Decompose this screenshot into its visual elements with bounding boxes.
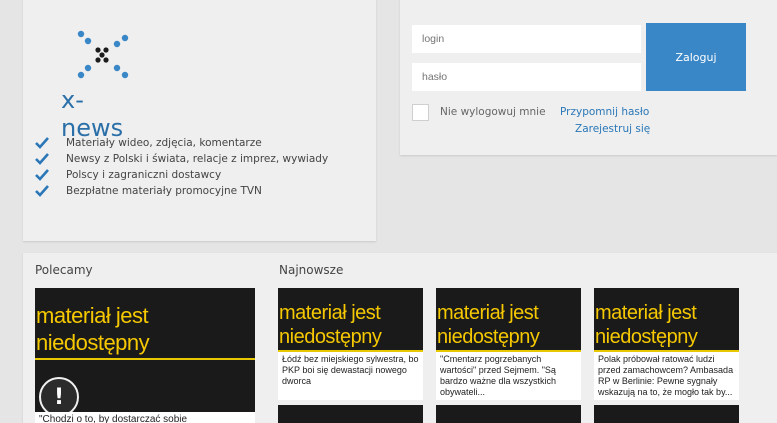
thumbnail-stripe (35, 358, 255, 360)
news-video-card[interactable]: materiał jest niedostępny "Cmentarz pogr… (436, 288, 581, 400)
video-caption[interactable]: "Cmentarz pogrzebanych wartości" przed S… (440, 354, 578, 398)
checkmark-icon (35, 185, 49, 197)
unavailable-notice: materiał jest niedostępny (279, 302, 382, 348)
password-input[interactable] (412, 63, 641, 91)
video-caption[interactable]: Polak próbował ratować ludzi przed zamac… (598, 354, 736, 398)
video-caption[interactable]: "Chodzi o to, by dostarczać sobie (39, 414, 252, 423)
feature-text: Bezpłatne materiały promocyjne TVN (66, 185, 262, 197)
intro-panel: x-news Materiały wideo, zdjęcia, komenta… (23, 0, 376, 241)
thumbnail-stripe (594, 350, 739, 352)
register-link[interactable]: Zarejestruj się (575, 123, 650, 135)
video-caption[interactable]: Łódź bez miejskiego sylwestra, bo PKP bo… (282, 354, 420, 387)
video-thumbnail[interactable]: materiał jest niedostępny ! (35, 288, 255, 412)
recommended-section-title: Polecamy (35, 263, 93, 277)
unavailable-notice: materiał jest niedostępny (36, 303, 150, 355)
feature-list: Materiały wideo, zdjęcia, komentarze New… (35, 136, 355, 200)
thumbnail-stripe (436, 350, 581, 352)
video-thumbnail[interactable]: materiał jest niedostępny (594, 288, 739, 352)
checkmark-icon (35, 137, 49, 149)
unavailable-notice: materiał jest niedostępny (437, 302, 540, 348)
news-video-card[interactable] (436, 405, 581, 423)
checkmark-icon (35, 153, 49, 165)
login-panel: Zaloguj Nie wylogowuj mnie Przypomnij ha… (400, 0, 777, 155)
remember-me-checkbox[interactable] (412, 104, 429, 121)
forgot-password-link[interactable]: Przypomnij hasło (560, 106, 649, 118)
news-video-card[interactable]: materiał jest niedostępny Łódź bez miejs… (278, 288, 423, 400)
feature-item: Bezpłatne materiały promocyjne TVN (35, 184, 355, 199)
login-button[interactable]: Zaloguj (646, 23, 746, 91)
video-thumbnail[interactable] (594, 405, 739, 423)
remember-me-label[interactable]: Nie wylogowuj mnie (440, 106, 546, 118)
feature-text: Materiały wideo, zdjęcia, komentarze (66, 137, 262, 149)
alert-icon: ! (39, 377, 79, 412)
news-video-card[interactable]: materiał jest niedostępny Polak próbował… (594, 288, 739, 400)
feature-item: Polscy i zagraniczni dostawcy (35, 168, 355, 183)
feature-item: Materiały wideo, zdjęcia, komentarze (35, 136, 355, 151)
newest-section-title: Najnowsze (279, 263, 344, 277)
video-thumbnail[interactable] (436, 405, 581, 423)
video-thumbnail[interactable]: materiał jest niedostępny (436, 288, 581, 352)
news-video-card[interactable] (594, 405, 739, 423)
login-input[interactable] (412, 25, 641, 53)
x-news-logo[interactable]: x-news (61, 30, 145, 142)
thumbnail-stripe (278, 350, 423, 352)
video-thumbnail[interactable] (278, 405, 423, 423)
content-panel: Polecamy Najnowsze materiał jest niedost… (23, 253, 777, 423)
unavailable-notice: materiał jest niedostępny (595, 302, 698, 348)
x-news-logo-mark (77, 30, 129, 79)
feature-text: Polscy i zagraniczni dostawcy (66, 169, 222, 181)
feature-text: Newsy z Polski i świata, relacje z impre… (66, 153, 329, 165)
featured-video-card[interactable]: materiał jest niedostępny ! "Chodzi o to… (35, 288, 255, 423)
video-thumbnail[interactable]: materiał jest niedostępny (278, 288, 423, 352)
checkmark-icon (35, 169, 49, 181)
logo-wordmark: x-news (61, 86, 124, 142)
news-video-card[interactable] (278, 405, 423, 423)
feature-item: Newsy z Polski i świata, relacje z impre… (35, 152, 355, 167)
